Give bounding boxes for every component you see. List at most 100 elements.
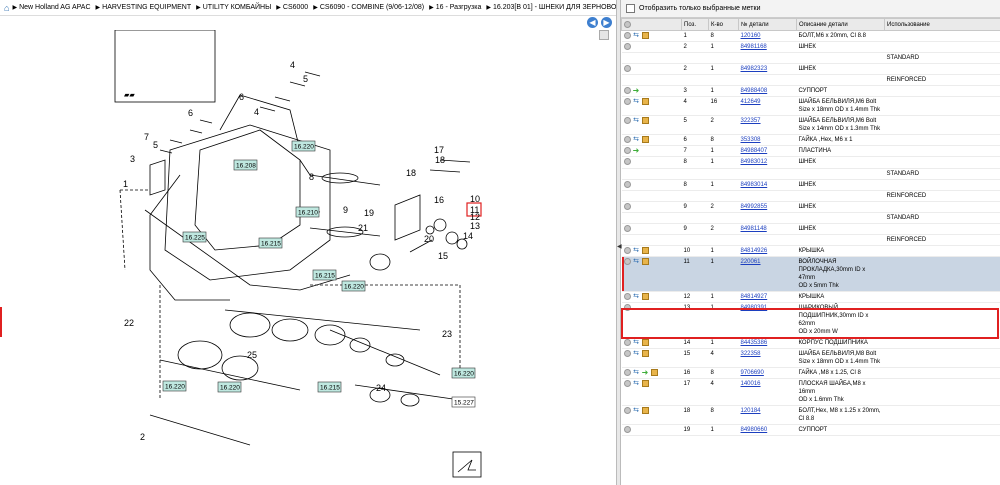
info-icon[interactable] — [623, 257, 631, 265]
box-icon[interactable] — [641, 136, 649, 144]
cell-part-number[interactable]: 84988408 — [738, 85, 797, 98]
cell-part-number[interactable]: 322358 — [738, 348, 797, 369]
callout-number[interactable]: 13 — [470, 221, 480, 231]
breadcrumb-item[interactable]: ▶ New Holland AG APAC — [12, 4, 90, 11]
breadcrumb-item[interactable]: ▶16.203[B 01] - ШНЕКИ ДЛЯ ЗЕРНОВОГО И ..… — [486, 4, 616, 11]
back-icon[interactable]: ◀ — [587, 17, 598, 28]
table-row[interactable]: 2 1 84981168 ШНЕК — [621, 41, 1000, 54]
table-row[interactable]: ⇆ 5 2 322357 ШАЙБА БЕЛЬВИЛЯ,M6 Bolt Size x 1… — [621, 115, 1000, 136]
info-icon[interactable] — [623, 136, 631, 144]
table-row[interactable]: 9 2 84981148 ШНЕК — [621, 223, 1000, 235]
callout-number[interactable]: 18 — [435, 155, 445, 165]
callout-number[interactable]: 2 — [140, 432, 145, 442]
info-icon[interactable] — [623, 350, 631, 358]
callout-number[interactable]: 19 — [364, 208, 374, 218]
table-row[interactable]: ⇆ 1 8 120160 БОЛТ,M6 x 20mm, Cl 8.8 — [621, 30, 1000, 43]
cell-part-number[interactable]: 84983012 — [738, 156, 797, 169]
info-icon[interactable] — [623, 158, 631, 166]
callout-number[interactable]: 17 — [434, 145, 444, 155]
callout-number[interactable]: 16 — [434, 195, 444, 205]
callout-number[interactable]: 22 — [124, 318, 134, 328]
swap-icon[interactable]: ⇆ — [633, 247, 640, 254]
cell-part-number[interactable]: 140016 — [738, 378, 797, 407]
table-row[interactable]: 8 1 84983014 ШНЕК — [621, 179, 1000, 191]
reference-link[interactable]: 16.220 — [451, 367, 476, 379]
table-row[interactable]: ⇆ 10 1 84814926 КРЫШКА — [621, 245, 1000, 257]
reference-link[interactable]: 16.215 — [317, 381, 342, 393]
table-row[interactable]: STANDARD — [621, 212, 1000, 224]
box-icon[interactable] — [641, 407, 649, 415]
info-icon[interactable] — [623, 117, 631, 125]
table-row[interactable]: REINFORCED — [621, 234, 1000, 246]
info-icon[interactable] — [623, 65, 631, 73]
callout-number[interactable]: 3 — [130, 154, 135, 164]
column-header-usage[interactable]: Использование — [884, 18, 1000, 31]
info-icon[interactable] — [623, 303, 631, 311]
forward-icon[interactable]: ▶ — [601, 17, 612, 28]
cell-part-number[interactable]: 322357 — [738, 115, 797, 136]
info-icon[interactable] — [623, 87, 631, 95]
swap-icon[interactable]: ⇆ — [633, 350, 640, 357]
table-row[interactable]: ⇆ 12 1 84814927 КРЫШКА — [621, 291, 1000, 303]
cell-part-number[interactable] — [738, 52, 797, 65]
green-arrow-icon[interactable]: ➜ — [642, 369, 649, 377]
table-row[interactable]: ⇆ 17 4 140016 ПЛОСКАЯ ШАЙБА,M8 x 16mm OD x 1… — [621, 378, 1000, 407]
cell-part-number[interactable]: 84435386 — [738, 337, 797, 350]
box-icon[interactable] — [641, 32, 649, 39]
table-row[interactable]: STANDARD — [621, 52, 1000, 65]
info-icon[interactable] — [623, 147, 631, 155]
swap-icon[interactable]: ⇆ — [633, 136, 640, 143]
info-icon[interactable] — [623, 380, 631, 388]
info-icon[interactable] — [623, 292, 631, 300]
cell-part-number[interactable]: 84992855 — [738, 201, 797, 213]
callout-number[interactable]: 8 — [309, 172, 314, 182]
filter-checkbox[interactable] — [626, 4, 635, 13]
cell-part-number[interactable]: 9706690 — [738, 367, 797, 380]
table-row[interactable]: 8 1 84983012 ШНЕК — [621, 156, 1000, 169]
callout-number[interactable]: 24 — [376, 383, 386, 393]
swap-icon[interactable]: ⇆ — [633, 339, 640, 346]
swap-icon[interactable]: ⇆ — [633, 369, 640, 376]
callout-number[interactable]: 4 — [290, 60, 295, 70]
cell-part-number[interactable]: 120160 — [738, 30, 797, 43]
box-icon[interactable] — [641, 292, 649, 300]
swap-icon[interactable]: ⇆ — [633, 293, 640, 300]
cell-part-number[interactable]: 84982323 — [738, 63, 797, 76]
callout-number[interactable]: 5 — [153, 140, 158, 150]
swap-icon[interactable]: ⇆ — [633, 117, 640, 124]
table-row[interactable]: 2 1 84982323 ШНЕК — [621, 63, 1000, 76]
table-row[interactable]: ➜ 3 1 84988408 СУППОРТ — [621, 85, 1000, 98]
cell-part-number[interactable]: 84814927 — [738, 291, 797, 303]
info-icon[interactable] — [623, 32, 631, 39]
green-arrow-icon[interactable]: ➜ — [633, 147, 640, 155]
info-icon[interactable] — [623, 426, 631, 434]
reference-link[interactable]: 16.215 — [258, 237, 283, 249]
callout-number[interactable]: 21 — [358, 223, 368, 233]
info-icon[interactable] — [623, 407, 631, 415]
callout-number[interactable]: 15 — [438, 251, 448, 261]
swap-icon[interactable]: ⇆ — [633, 258, 640, 265]
cell-part-number[interactable] — [738, 234, 797, 246]
box-icon[interactable] — [650, 369, 658, 377]
green-arrow-icon[interactable]: ➜ — [633, 87, 640, 95]
cell-part-number[interactable]: 84980660 — [738, 424, 797, 437]
callout-number[interactable]: 1 — [123, 179, 128, 189]
reference-link[interactable]: 16.225 — [182, 231, 207, 243]
column-header-part-number[interactable]: № детали — [738, 18, 797, 31]
cell-part-number[interactable]: 353308 — [738, 134, 797, 147]
column-header-position[interactable]: Поз. — [681, 18, 709, 31]
table-row[interactable]: ⇆ 15 4 322358 ШАЙБА БЕЛЬВИЛЯ,M8 Bolt Size x … — [621, 348, 1000, 369]
table-row[interactable]: REINFORCED — [621, 74, 1000, 87]
info-icon[interactable] — [623, 224, 631, 232]
reference-link[interactable]: 16.210 — [295, 206, 320, 218]
table-row[interactable]: 13 1 84980391 ШАРИКОВЫЙ ПОДШИПНИК,30mm ID x… — [621, 302, 1000, 338]
box-icon[interactable] — [641, 117, 649, 125]
table-row-selected[interactable]: ⇆ 11 1 220061 ВОЙЛОЧНАЯ ПРОКЛАДКА,30mm ID x … — [621, 256, 1000, 292]
table-row[interactable]: ➜ 7 1 84988407 ПЛАСТИНА — [621, 145, 1000, 158]
callout-number[interactable]: 18 — [406, 168, 416, 178]
swap-icon[interactable]: ⇆ — [633, 98, 640, 105]
cell-part-number[interactable]: 84981168 — [738, 41, 797, 54]
cell-part-number[interactable]: 84983014 — [738, 179, 797, 191]
breadcrumb-item[interactable]: ▶ CS6090 - COMBINE (9/06-12/08) — [313, 4, 424, 11]
parts-drawing[interactable]: ▰▰ 16.208 16.220 16.210 16.225 16.215 16… — [0, 30, 616, 485]
